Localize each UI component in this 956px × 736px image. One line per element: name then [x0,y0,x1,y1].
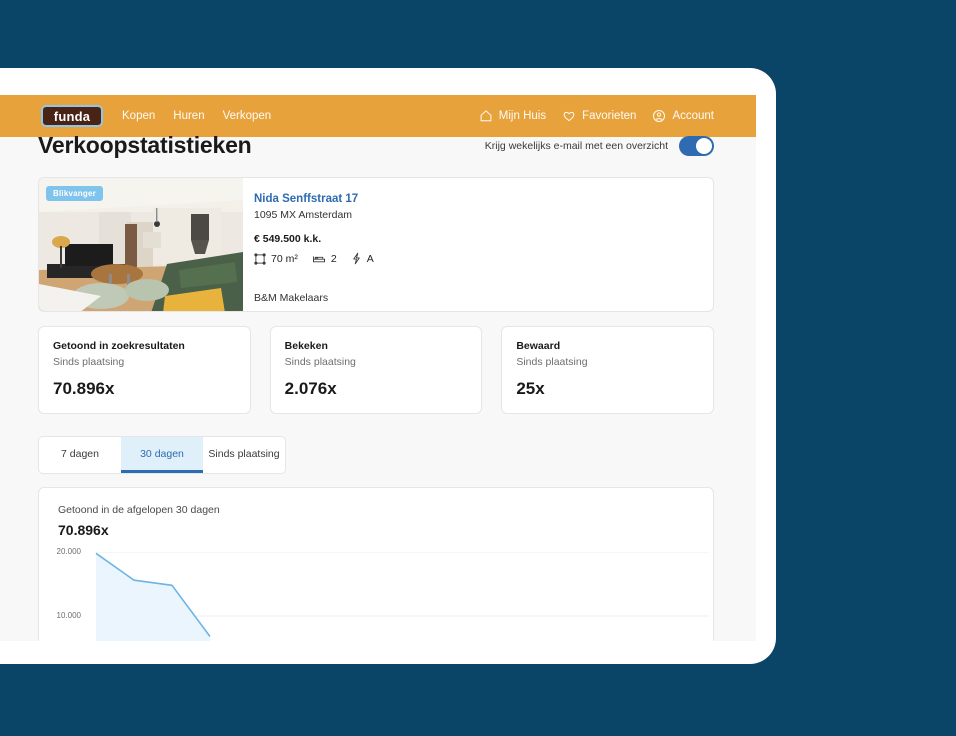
nav-link-verkopen[interactable]: Verkopen [222,107,273,125]
stat-subtitle: Sinds plaatsing [284,356,356,368]
feature-energy-label: A [351,252,374,265]
chart-plot-area: 20.000 10.000 [57,547,709,641]
y-axis-tick-20000: 20.000 [56,547,81,556]
listing-agent[interactable]: B&M Makelaars [254,292,374,304]
feature-value: 2 [330,252,337,265]
email-toggle-label: Krijg wekelijks e-mail met een overzicht [484,139,668,152]
weekly-email-toggle[interactable] [679,135,714,156]
stat-value: 70.896x [53,379,115,398]
blikvanger-badge: Blikvanger [46,186,103,201]
top-navigation-bar: funda Kopen Huren Verkopen Mijn Huis Fav… [0,95,756,137]
listing-card[interactable]: Blikvanger Nida Senffstraat 17 1095 MX A… [38,177,714,312]
primary-nav-links: Kopen Huren Verkopen [121,107,272,125]
account-circle-icon [652,109,666,123]
statistics-cards: Getoond in zoekresultaten Sinds plaatsin… [38,326,715,414]
stat-value: 2.076x [284,379,337,398]
feature-value: 70 m² [271,252,298,265]
listing-photo[interactable]: Blikvanger [39,178,243,311]
listing-address: 1095 MX Amsterdam [254,209,353,221]
funda-logo[interactable]: funda [41,105,103,127]
nav-link-huren[interactable]: Huren [172,107,205,125]
tab-30-dagen[interactable]: 30 dagen [121,437,203,473]
chart-series [95,552,211,641]
home-icon [479,109,493,123]
stat-subtitle: Sinds plaatsing [516,356,588,368]
nav-link-kopen[interactable]: Kopen [121,107,156,125]
nav-item-label: Account [672,110,714,122]
tab-7-dagen[interactable]: 7 dagen [39,437,121,473]
views-area-chart [95,552,709,641]
listing-price: € 549.500 k.k. [254,233,322,245]
email-toggle-group: Krijg wekelijks e-mail met een overzicht [484,135,714,156]
tab-sinds-plaatsing[interactable]: Sinds plaatsing [203,437,285,473]
feature-floor-area: 70 m² [254,253,298,265]
listing-title[interactable]: Nida Senffstraat 17 [254,193,374,205]
listing-details: Nida Senffstraat 17 1095 MX Amsterdam € … [243,178,374,311]
feature-value: A [366,252,374,265]
stat-card-bekeken: Bekeken Sinds plaatsing 2.076x [269,326,483,414]
energy-label-icon [351,252,362,265]
heart-icon [562,109,576,123]
page-content: Verkoopstatistieken Krijg wekelijks e-ma… [0,132,756,641]
stat-title: Bekeken [284,340,328,352]
screenshot-root: funda Kopen Huren Verkopen Mijn Huis Fav… [0,0,956,736]
stat-subtitle: Sinds plaatsing [53,356,125,368]
floor-area-icon [254,252,266,265]
page-header: Verkoopstatistieken Krijg wekelijks e-ma… [38,132,714,159]
bed-icon [312,253,326,265]
chart-card: Getoond in de afgelopen 30 dagen 70.896x… [38,487,714,641]
nav-item-favorieten[interactable]: Favorieten [562,109,636,123]
funda-logo-text: funda [53,108,91,124]
page-title: Verkoopstatistieken [38,132,252,158]
chart-total-value: 70.896x [58,522,109,538]
listing-features: 70 m² 2 A [254,252,374,265]
stat-card-getoond: Getoond in zoekresultaten Sinds plaatsin… [38,326,251,414]
stat-card-bewaard: Bewaard Sinds plaatsing 25x [501,326,715,414]
nav-item-label: Mijn Huis [498,110,547,122]
chart-caption: Getoond in de afgelopen 30 dagen [58,504,220,516]
nav-item-mijn-huis[interactable]: Mijn Huis [479,109,546,123]
page-viewport: funda Kopen Huren Verkopen Mijn Huis Fav… [0,95,756,641]
feature-bedrooms: 2 [312,253,337,265]
stat-title: Bewaard [516,340,561,352]
nav-item-label: Favorieten [582,110,637,122]
toggle-knob [696,137,712,154]
nav-item-account[interactable]: Account [652,109,714,123]
period-tabs: 7 dagen 30 dagen Sinds plaatsing [38,436,286,474]
y-axis-tick-10000: 10.000 [56,611,81,620]
stat-title: Getoond in zoekresultaten [53,340,185,352]
stat-value: 25x [516,379,545,398]
account-nav-group: Mijn Huis Favorieten Account [479,109,714,123]
